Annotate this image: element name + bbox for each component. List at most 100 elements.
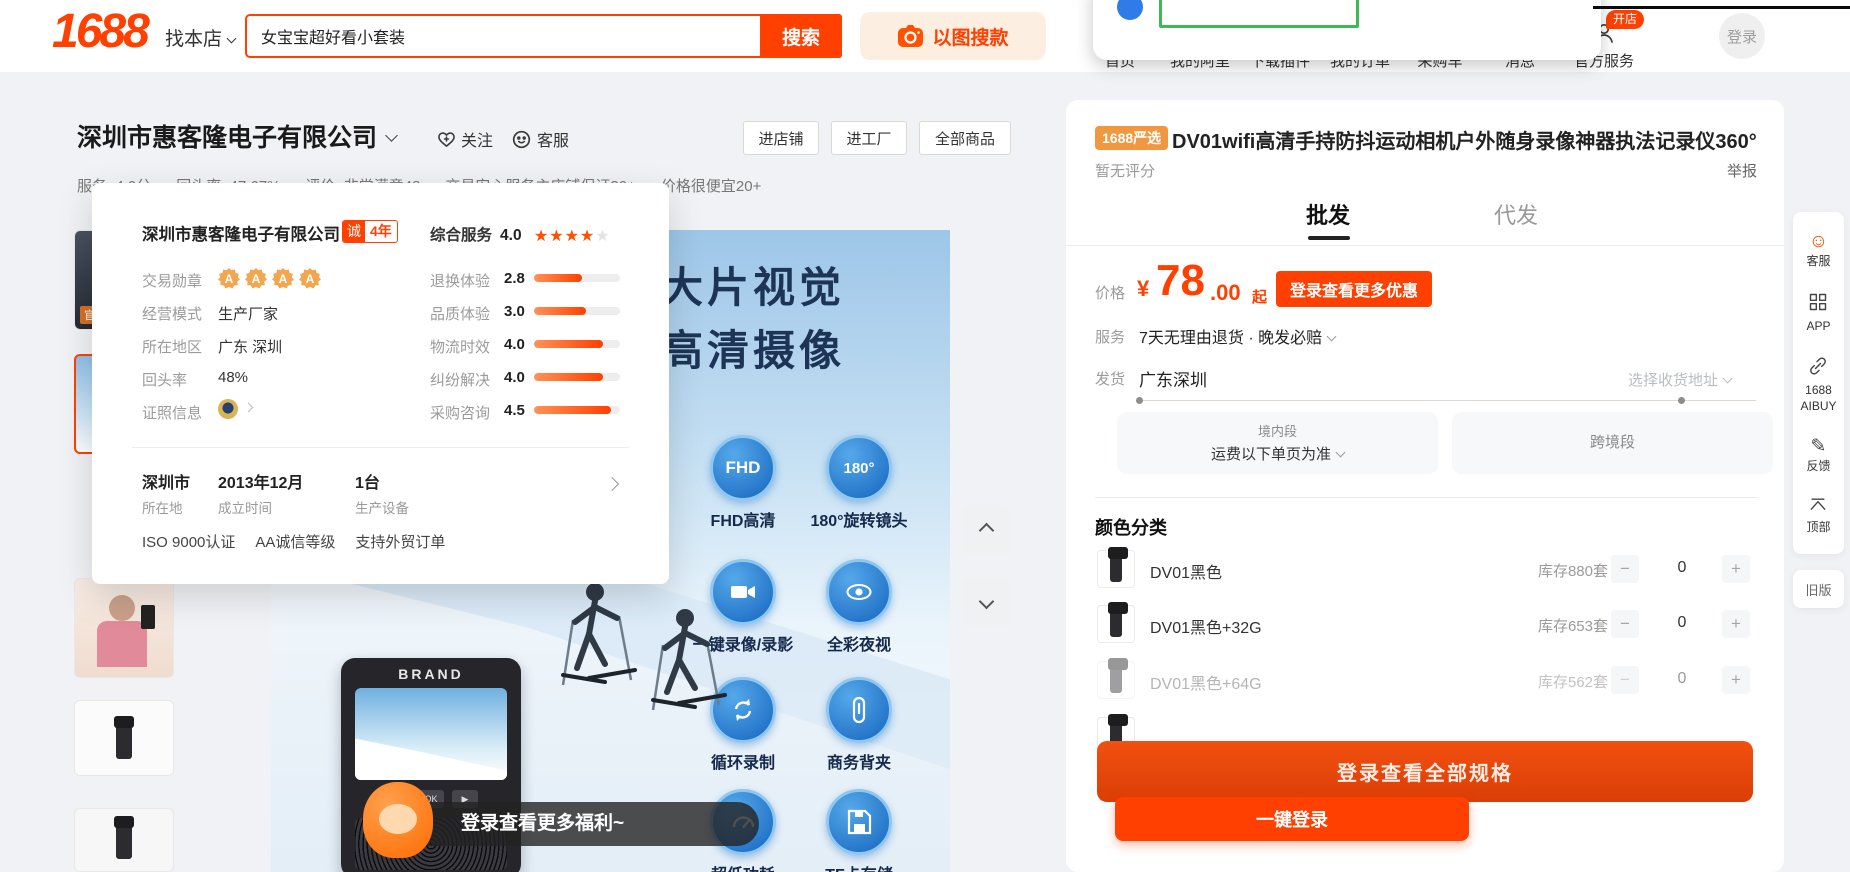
fact-label: 生产设备 — [355, 497, 409, 517]
camera-silhouette — [1110, 556, 1122, 582]
freight-domestic-box[interactable]: 境内段 运费以下单页为准 — [1117, 412, 1438, 474]
report-link[interactable]: 举报 — [1727, 160, 1757, 181]
rating-label: 采购咨询 — [430, 402, 490, 423]
tab-dropship[interactable]: 代发 — [1494, 198, 1538, 230]
fact-label: 所在地 — [142, 497, 183, 517]
mascot-character — [363, 782, 433, 858]
chevron-up-icon — [979, 522, 995, 538]
sku-divider — [1095, 497, 1758, 498]
price-label: 价格 — [1095, 282, 1125, 303]
integrity-years-badge[interactable]: 诚 4年 — [342, 220, 398, 243]
chevron-right-icon — [244, 403, 254, 413]
gallery-thumbnail-3[interactable] — [74, 578, 174, 678]
qty-plus-button[interactable]: + — [1722, 610, 1750, 638]
device-screen — [355, 688, 507, 780]
gallery-thumbnail-5[interactable] — [74, 808, 174, 872]
person-head — [109, 595, 135, 621]
store-name[interactable]: 深圳市惠客隆电子有限公司 — [77, 118, 396, 154]
sidebar-app[interactable]: APP — [1806, 292, 1830, 333]
sidebar-feedback[interactable]: ✎ 反馈 — [1806, 437, 1830, 473]
freight-crossborder-box[interactable]: 跨境段 — [1452, 412, 1773, 474]
store-customer-service-button[interactable]: 客服 — [512, 127, 569, 151]
row-label: 经营模式 — [142, 303, 202, 324]
tabs-divider — [1066, 245, 1784, 246]
chevron-down-icon — [979, 593, 995, 609]
tab-wholesale[interactable]: 批发 — [1306, 198, 1350, 230]
search-button[interactable]: 搜索 — [760, 14, 842, 58]
qty-value[interactable]: 0 — [1662, 559, 1702, 577]
qty-minus-button[interactable]: − — [1611, 555, 1639, 583]
gallery-scroll-up-button[interactable] — [962, 505, 1011, 555]
sku-name: DV01黑色+64G — [1150, 670, 1262, 694]
address-picker[interactable]: 选择收货地址 — [1628, 369, 1731, 390]
popup-more-chevron[interactable] — [604, 479, 617, 497]
hero-headline: 大片视觉 高清摄像 — [661, 256, 845, 382]
qty-minus-button[interactable]: − — [1611, 666, 1639, 694]
sku-thumbnail[interactable] — [1097, 661, 1135, 699]
rotate-180-icon: 180° — [826, 435, 892, 501]
qty-minus-button[interactable]: − — [1611, 610, 1639, 638]
price-integer: 78 — [1156, 256, 1205, 306]
sidebar-back-to-top[interactable]: 顶部 — [1806, 497, 1830, 534]
sku-thumbnail[interactable] — [1097, 605, 1135, 643]
fact-value: 2013年12月 — [218, 469, 303, 493]
rating-score: 4.0 — [504, 369, 525, 386]
open-shop-badge[interactable]: 开店 — [1606, 10, 1644, 29]
qty-plus-button[interactable]: + — [1722, 555, 1750, 583]
camera-silhouette — [1110, 667, 1122, 693]
search-box: 搜索 — [245, 14, 842, 58]
camera-silhouette — [116, 725, 132, 759]
rating-score: 3.0 — [504, 303, 525, 320]
enter-factory-button[interactable]: 进工厂 — [831, 121, 907, 155]
popup-store-name: 深圳市惠客隆电子有限公司 — [142, 221, 340, 245]
logo-1688[interactable]: 1688 — [52, 4, 147, 59]
follow-button[interactable]: 关注 — [437, 127, 493, 151]
ship-label: 发货 — [1095, 368, 1125, 389]
smiley-service-icon: ☺ — [1806, 232, 1830, 252]
one-click-login-button[interactable]: 一键登录 — [1115, 797, 1469, 841]
image-search-button[interactable]: 以图搜款 — [860, 12, 1046, 60]
license-link[interactable] — [218, 399, 252, 419]
gallery-thumbnail-4[interactable] — [74, 700, 174, 776]
sidebar-aibuy[interactable]: 1688 AIBUY — [1800, 356, 1836, 413]
store-info-popup: 深圳市惠客隆电子有限公司 诚 4年 综合服务4.0 ★★★★★★★★★★ 交易勋… — [92, 183, 669, 584]
medal-icon: A — [299, 268, 321, 290]
medal-icon: A — [272, 268, 294, 290]
sku-name: DV01黑色+32G — [1150, 614, 1262, 638]
row-value: 生产厂家 — [218, 303, 278, 324]
qty-value[interactable]: 0 — [1662, 614, 1702, 632]
top-header: 1688 找本店 搜索 以图搜款 首页 我的阿里 下载插件 我的订单 采购车 — [0, 0, 1850, 72]
camera-icon — [897, 24, 924, 48]
active-tab-underline — [1308, 236, 1350, 240]
row-value: 48% — [218, 369, 248, 386]
login-benefits-tip[interactable]: 登录查看更多福利~ — [383, 802, 759, 846]
sku-name: DV01黑色 — [1150, 559, 1222, 583]
sku-section-title: 颜色分类 — [1095, 514, 1167, 540]
feature-clip: 商务背夹 — [789, 677, 929, 773]
login-for-discount-button[interactable]: 登录查看更多优惠 — [1276, 271, 1432, 307]
qty-value[interactable]: 0 — [1662, 670, 1702, 688]
sku-thumbnail[interactable] — [1097, 550, 1135, 588]
qty-plus-button[interactable]: + — [1722, 666, 1750, 694]
fact-label: 成立时间 — [218, 497, 272, 517]
chevron-down-icon — [1327, 332, 1337, 342]
medal-icon: A — [245, 268, 267, 290]
sidebar-customer-service[interactable]: ☺ 客服 — [1806, 232, 1830, 268]
all-products-button[interactable]: 全部商品 — [919, 121, 1011, 155]
enter-shop-button[interactable]: 进店铺 — [743, 121, 819, 155]
side-toolbar: ☺ 客服 APP 1688 AIBUY ✎ 反馈 顶部 — [1793, 212, 1844, 554]
search-scope-dropdown[interactable]: 找本店 — [165, 24, 235, 51]
sku-stock: 库存562套 — [1508, 671, 1608, 692]
browser-extension-overlay — [1093, 0, 1601, 60]
legacy-version-button[interactable]: 旧版 — [1793, 570, 1844, 608]
login-avatar[interactable]: 登录 — [1719, 13, 1765, 59]
product-title: DV01wifi高清手持防抖运动相机户外随身录像神器执法记录仪360° — [1172, 125, 1762, 154]
route-track-line — [1139, 400, 1756, 401]
service-terms[interactable]: 7天无理由退货 · 晚发必赔 — [1139, 324, 1335, 348]
login-view-all-specs-button[interactable]: 登录查看全部规格 — [1097, 741, 1753, 802]
currency-symbol: ¥ — [1137, 276, 1149, 302]
extension-blue-icon[interactable] — [1117, 0, 1143, 20]
heart-plus-icon — [437, 130, 456, 148]
search-input[interactable] — [247, 27, 760, 45]
gallery-scroll-down-button[interactable] — [962, 578, 1011, 628]
